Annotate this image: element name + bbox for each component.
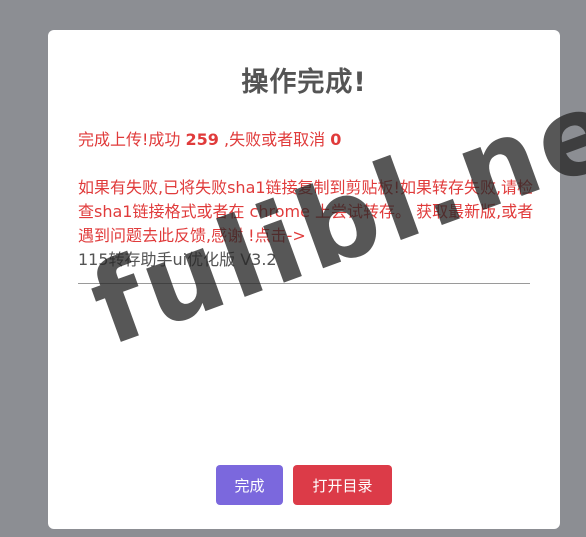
divider: [78, 283, 530, 284]
dialog-title: 操作完成!: [241, 67, 367, 98]
success-count: 259: [185, 130, 219, 149]
failure-notice: 如果有失败,已将失败sha1链接复制到剪贴板!如果转存失败,请检查sha1链接格…: [78, 178, 534, 245]
stats-prefix: 完成上传!成功: [78, 130, 181, 149]
stats-middle: ,失败或者取消: [224, 130, 326, 149]
open-directory-button[interactable]: 打开目录: [293, 465, 392, 505]
upload-stats: 完成上传!成功 259 ,失败或者取消 0: [78, 128, 538, 152]
completion-dialog: 操作完成! 完成上传!成功 259 ,失败或者取消 0 如果有失败,已将失败sh…: [48, 30, 560, 529]
fail-count: 0: [330, 130, 342, 149]
tool-link[interactable]: 115转存助手ui优化版 V3.2: [78, 248, 277, 272]
done-button[interactable]: 完成: [216, 465, 283, 505]
